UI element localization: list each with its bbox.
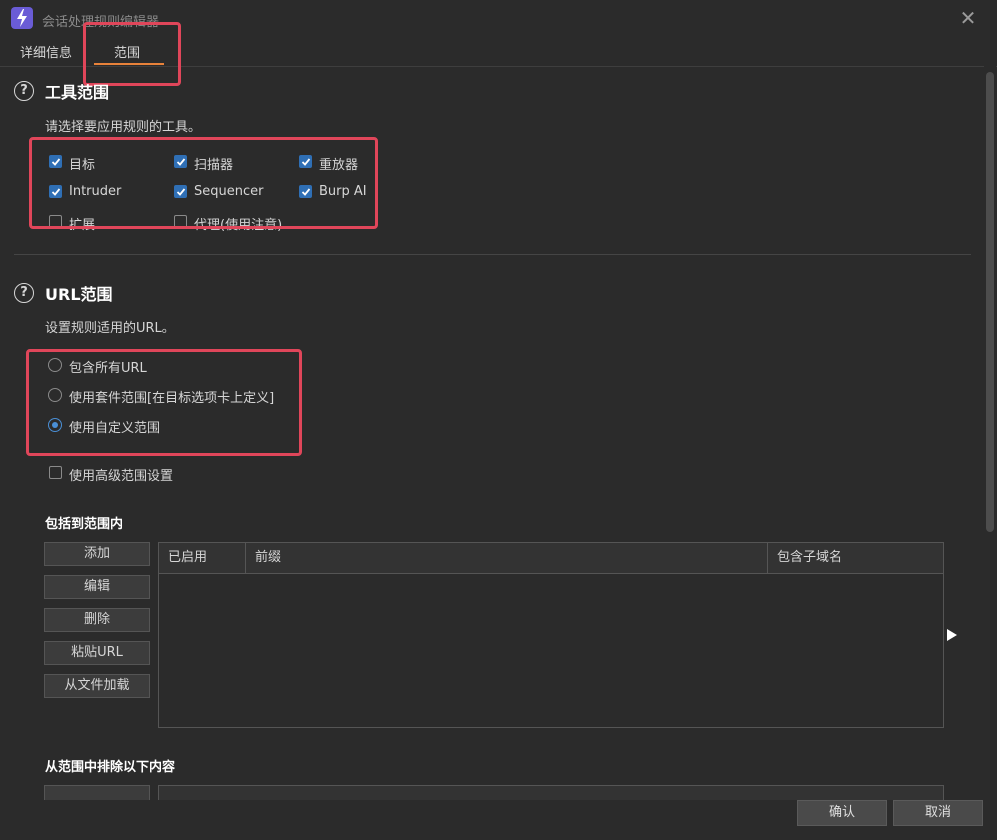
tool-burp-ai-label: Burp AI: [319, 184, 367, 199]
url-scope-description: 设置规则适用的URL。: [45, 321, 175, 336]
tool-repeater-label: 重放器: [319, 158, 359, 173]
checkbox-box: [49, 215, 62, 228]
tool-intruder-label: Intruder: [69, 184, 122, 199]
checkbox-box: [49, 466, 62, 479]
tool-scope-help-icon[interactable]: ?: [14, 81, 34, 101]
tool-scope-description: 请选择要应用规则的工具。: [45, 120, 202, 135]
tab-scope[interactable]: 范围: [114, 42, 140, 61]
checkbox-box: [299, 155, 312, 168]
exclude-add-button[interactable]: [44, 785, 150, 800]
scrollbar-thumb[interactable]: [986, 72, 994, 532]
radio-use-suite-scope-label: 使用套件范围[在目标选项卡上定义]: [69, 391, 275, 406]
ok-button[interactable]: 确认: [797, 800, 887, 826]
vertical-scrollbar[interactable]: [984, 66, 996, 802]
expand-arrow-icon[interactable]: [947, 629, 957, 641]
checkbox-box: [174, 215, 187, 228]
tab-bar: 详细信息 范围: [0, 38, 997, 67]
include-scope-table[interactable]: 已启用 前缀 包含子域名: [158, 542, 944, 728]
tool-scanner-label: 扫描器: [194, 158, 234, 173]
app-logo-icon: [11, 7, 33, 29]
advanced-scope-label: 使用高级范围设置: [69, 469, 174, 484]
close-icon[interactable]: ✕: [956, 6, 980, 30]
radio-use-custom-scope-label: 使用自定义范围: [69, 421, 161, 436]
radio-ring: [48, 418, 62, 432]
radio-ring: [48, 388, 62, 402]
checkbox-box: [49, 185, 62, 198]
tab-details[interactable]: 详细信息: [20, 42, 72, 61]
table-body[interactable]: [159, 574, 943, 727]
radio-ring: [48, 358, 62, 372]
table-header: 已启用 前缀 包含子域名: [159, 543, 943, 574]
load-from-file-button[interactable]: 从文件加载: [44, 674, 150, 698]
section-divider: [14, 254, 971, 255]
scope-panel: ? 工具范围 请选择要应用规则的工具。 目标 扫描器 重放器 Intruder …: [0, 67, 982, 800]
radio-include-all-urls-label: 包含所有URL: [69, 361, 147, 376]
column-prefix[interactable]: 前缀: [246, 543, 768, 573]
title-bar: 会话处理规则编辑器 ✕: [0, 0, 997, 38]
tab-selected-indicator: [94, 63, 164, 65]
url-scope-title: URL范围: [45, 285, 113, 304]
checkbox-box: [299, 185, 312, 198]
tool-target-label: 目标: [69, 158, 96, 173]
url-scope-help-icon[interactable]: ?: [14, 283, 34, 303]
include-scope-title: 包括到范围内: [45, 517, 124, 532]
edit-button[interactable]: 编辑: [44, 575, 150, 599]
remove-button[interactable]: 删除: [44, 608, 150, 632]
dialog-footer: 确认 取消: [0, 800, 997, 840]
window-title: 会话处理规则编辑器: [42, 15, 160, 30]
paste-url-button[interactable]: 粘贴URL: [44, 641, 150, 665]
add-button[interactable]: 添加: [44, 542, 150, 566]
checkbox-box: [49, 155, 62, 168]
tool-sequencer-label: Sequencer: [194, 184, 264, 199]
column-enabled[interactable]: 已启用: [159, 543, 246, 573]
tool-extensions-label: 扩展: [69, 218, 96, 233]
cancel-button[interactable]: 取消: [893, 800, 983, 826]
tool-proxy-label: 代理(使用注意): [194, 218, 283, 233]
exclude-scope-title: 从范围中排除以下内容: [45, 760, 176, 775]
checkbox-box: [174, 185, 187, 198]
column-include-subdomains[interactable]: 包含子域名: [768, 543, 943, 573]
exclude-scope-table[interactable]: [158, 785, 944, 800]
checkbox-box: [174, 155, 187, 168]
tool-scope-title: 工具范围: [45, 83, 110, 102]
